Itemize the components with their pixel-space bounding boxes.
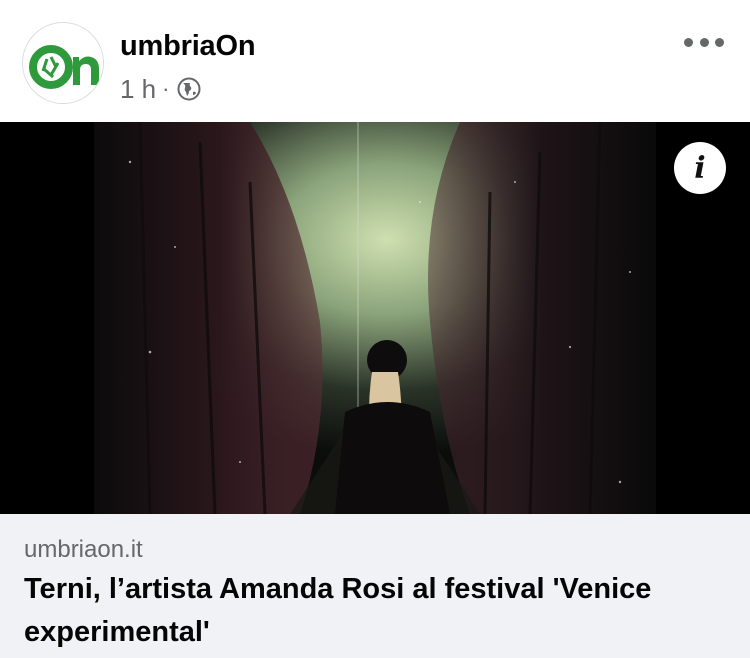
link-domain: umbriaon.it: [24, 536, 143, 563]
globe-icon: [177, 77, 201, 101]
page-name[interactable]: umbriaOn: [120, 30, 256, 63]
more-options-button[interactable]: [684, 30, 724, 54]
post-image[interactable]: i: [0, 122, 750, 514]
forest-path-photo: [94, 122, 656, 514]
umbriaon-logo: [23, 23, 103, 103]
page-avatar[interactable]: [22, 22, 104, 104]
info-icon: i: [694, 150, 706, 186]
meta-separator: ·: [162, 76, 170, 101]
post-header: umbriaOn 1 h ·: [0, 0, 750, 122]
post-meta: 1 h ·: [120, 74, 201, 104]
post-timestamp[interactable]: 1 h: [120, 74, 156, 105]
more-dots-icon: [684, 37, 693, 47]
info-button[interactable]: i: [674, 142, 726, 194]
link-preview-card[interactable]: umbriaon.it Terni, l’artista Amanda Rosi…: [0, 514, 750, 658]
link-title[interactable]: Terni, l’artista Amanda Rosi al festival…: [24, 568, 724, 654]
